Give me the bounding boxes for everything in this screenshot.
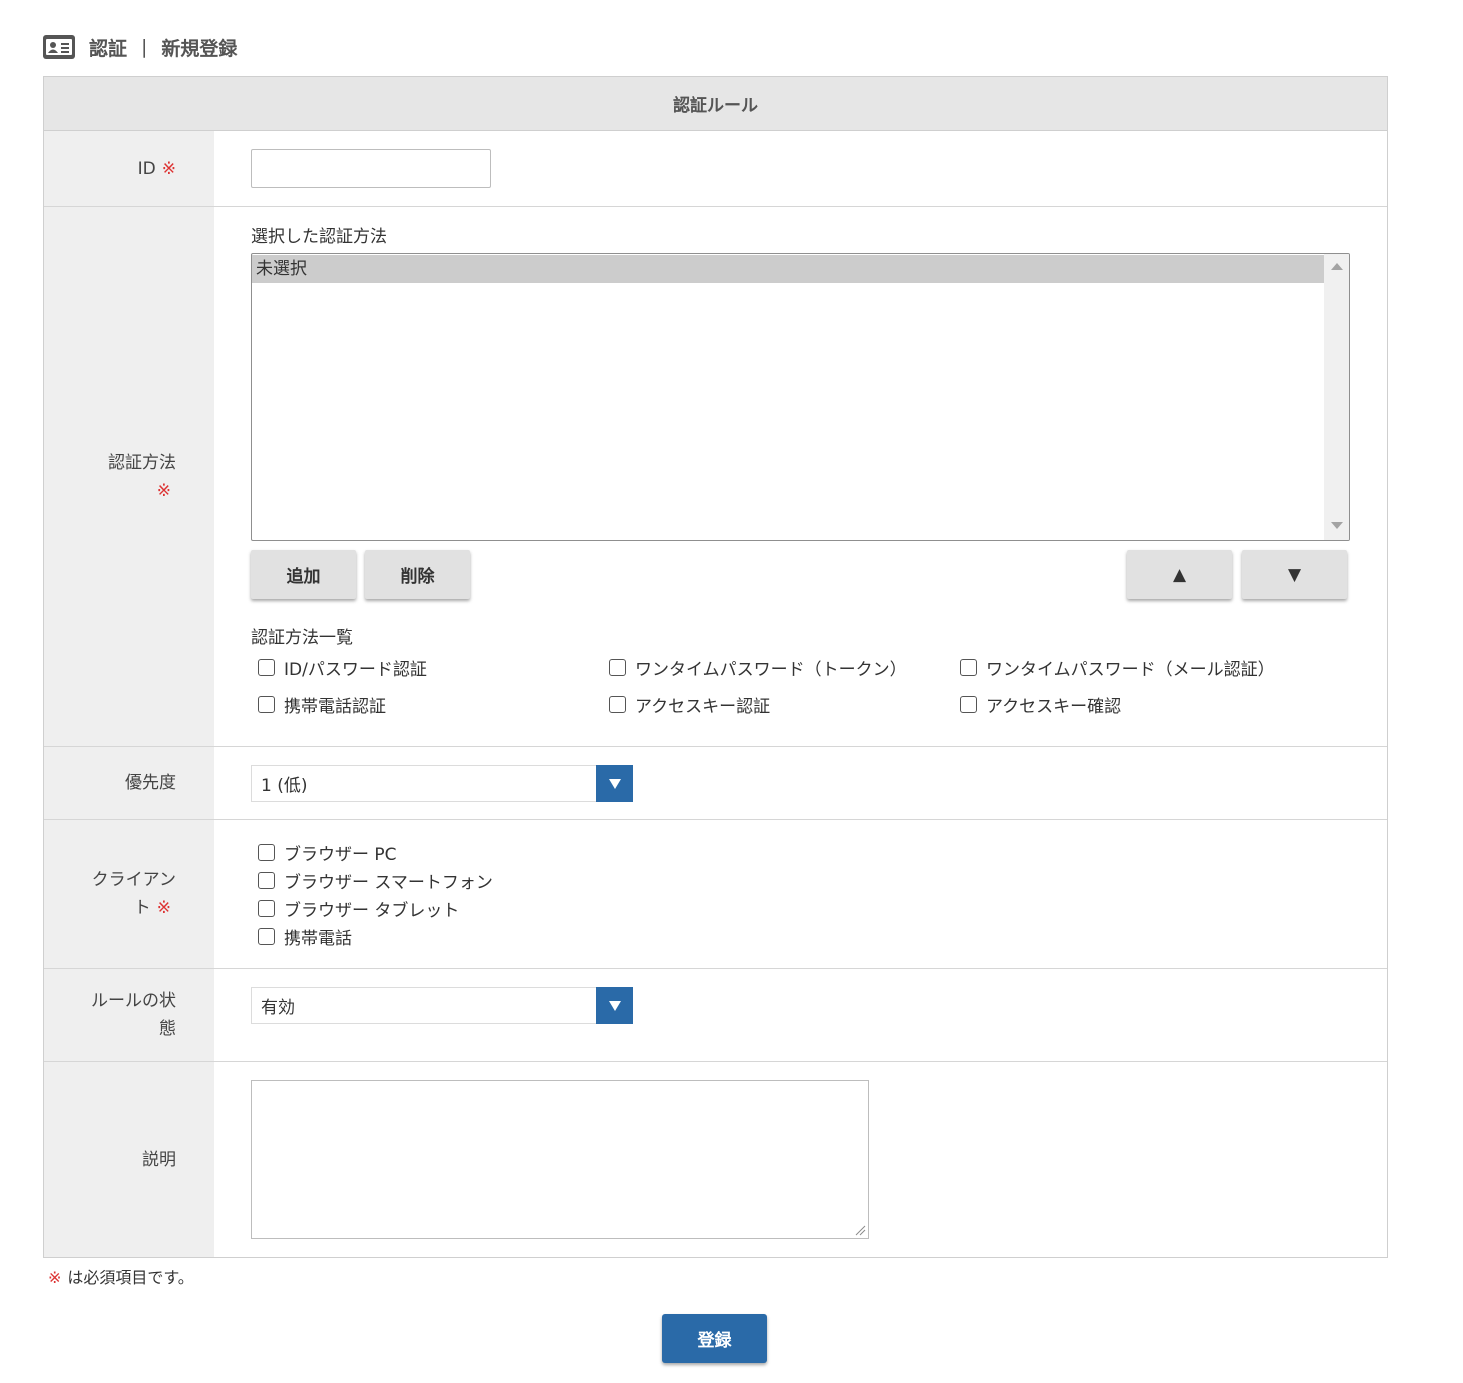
- id-label: ID ※: [44, 131, 214, 206]
- row-priority: 優先度 1 (低): [44, 747, 1387, 820]
- required-mark: ※: [48, 1268, 62, 1287]
- checkbox[interactable]: [609, 696, 626, 713]
- method-option-otp-mail[interactable]: ワンタイムパスワード（メール認証）: [960, 655, 1275, 680]
- scroll-up-icon[interactable]: [1331, 263, 1343, 270]
- page-header: 認証 | 新規登録: [43, 30, 237, 64]
- rule-status-body: 有効: [214, 969, 1387, 1061]
- required-mark: ※: [156, 480, 171, 501]
- rule-status-label-line1: ルールの状: [91, 991, 176, 1011]
- client-body: ブラウザー PC ブラウザー スマートフォン ブラウザー タブレット 携帯電話: [214, 820, 1387, 968]
- method-option-label: ワンタイムパスワード（トークン）: [635, 660, 907, 680]
- client-option-mobile[interactable]: 携帯電話: [258, 924, 352, 949]
- client-option-label: ブラウザー スマートフォン: [284, 873, 493, 893]
- listbox-scrollbar[interactable]: [1324, 254, 1349, 540]
- description-label: 説明: [44, 1062, 214, 1257]
- client-label-line2-wrap: ト ※: [134, 894, 171, 922]
- method-option-label: ワンタイムパスワード（メール認証）: [986, 660, 1275, 680]
- client-label-line2: ト: [133, 898, 151, 918]
- priority-select[interactable]: 1 (低): [251, 765, 633, 802]
- client-option-label: ブラウザー タブレット: [284, 901, 460, 921]
- rule-status-select-value: 有効: [261, 998, 295, 1018]
- auth-rule-form: 認証ルール ID ※ 認証方法 ※ 選択した認証方法 未選択 追加 削除 ▲ ▼…: [43, 76, 1388, 1258]
- row-rule-status: ルールの状 態 有効: [44, 969, 1387, 1062]
- method-option-label: アクセスキー認証: [635, 697, 771, 717]
- priority-select-value: 1 (低): [261, 776, 308, 796]
- method-option-access-key[interactable]: アクセスキー認証: [609, 692, 770, 717]
- client-label-line1: クライアン: [91, 870, 176, 890]
- method-option-access-key-confirm[interactable]: アクセスキー確認: [960, 692, 1121, 717]
- method-option-label: ID/パスワード認証: [284, 660, 427, 680]
- chevron-down-icon: [608, 1000, 621, 1011]
- delete-button[interactable]: 削除: [365, 550, 470, 599]
- checkbox[interactable]: [258, 928, 275, 945]
- breadcrumb-separator: |: [141, 36, 148, 58]
- method-option-otp-token[interactable]: ワンタイムパスワード（トークン）: [609, 655, 907, 680]
- row-client: クライアン ト ※ ブラウザー PC ブラウザー スマートフォン ブラウザー タブ…: [44, 820, 1387, 969]
- register-button[interactable]: 登録: [662, 1314, 767, 1363]
- auth-method-body: 選択した認証方法 未選択 追加 削除 ▲ ▼ 認証方法一覧 ID/パスワード認証…: [214, 207, 1387, 746]
- rule-status-label-line2: 態: [159, 1019, 176, 1039]
- selected-methods-label: 選択した認証方法: [251, 227, 387, 247]
- row-id: ID ※: [44, 131, 1387, 207]
- client-option-label: 携帯電話: [284, 929, 352, 949]
- dropdown-button[interactable]: [596, 987, 633, 1024]
- required-note-text: は必須項目です。: [67, 1268, 194, 1287]
- client-option-label: ブラウザー PC: [284, 845, 397, 865]
- listbox-option[interactable]: 未選択: [252, 255, 1324, 283]
- client-label: クライアン ト ※: [44, 820, 214, 968]
- page-title: 新規登録: [161, 37, 238, 60]
- checkbox[interactable]: [258, 900, 275, 917]
- description-body: [214, 1062, 1387, 1257]
- auth-method-label-text: 認証方法: [108, 452, 176, 473]
- checkbox[interactable]: [258, 844, 275, 861]
- resize-grip-icon[interactable]: [854, 1224, 866, 1236]
- rule-status-select[interactable]: 有効: [251, 987, 633, 1024]
- auth-method-label: 認証方法 ※: [44, 207, 214, 746]
- checkbox[interactable]: [258, 696, 275, 713]
- add-button[interactable]: 追加: [251, 550, 356, 599]
- checkbox[interactable]: [258, 872, 275, 889]
- chevron-down-icon: [608, 778, 621, 789]
- table-title: 認証ルール: [44, 77, 1387, 131]
- move-up-button[interactable]: ▲: [1127, 550, 1232, 599]
- checkbox[interactable]: [609, 659, 626, 676]
- client-option-smartphone[interactable]: ブラウザー スマートフォン: [258, 868, 493, 893]
- breadcrumb-section: 認証: [89, 37, 128, 60]
- method-list-label: 認証方法一覧: [251, 628, 353, 648]
- scroll-down-icon[interactable]: [1331, 522, 1343, 529]
- checkbox[interactable]: [258, 659, 275, 676]
- id-label-text: ID: [137, 158, 156, 179]
- row-auth-method: 認証方法 ※ 選択した認証方法 未選択 追加 削除 ▲ ▼ 認証方法一覧 ID/…: [44, 207, 1387, 747]
- checkbox[interactable]: [960, 659, 977, 676]
- rule-status-label: ルールの状 態: [44, 969, 214, 1061]
- required-mark: ※: [156, 898, 171, 918]
- required-note: ※ は必須項目です。: [48, 1264, 194, 1288]
- dropdown-button[interactable]: [596, 765, 633, 802]
- checkbox[interactable]: [960, 696, 977, 713]
- priority-label: 優先度: [44, 747, 214, 819]
- method-option-label: 携帯電話認証: [284, 697, 386, 717]
- move-down-button[interactable]: ▼: [1242, 550, 1347, 599]
- id-input[interactable]: [251, 149, 491, 188]
- description-textarea[interactable]: [251, 1080, 869, 1239]
- client-option-tablet[interactable]: ブラウザー タブレット: [258, 896, 459, 921]
- method-option-label: アクセスキー確認: [986, 697, 1122, 717]
- row-description: 説明: [44, 1062, 1387, 1257]
- id-row-body: [214, 131, 1387, 206]
- priority-body: 1 (低): [214, 747, 1387, 819]
- method-option-mobile[interactable]: 携帯電話認証: [258, 692, 386, 717]
- method-option-id-password[interactable]: ID/パスワード認証: [258, 655, 427, 680]
- client-option-pc[interactable]: ブラウザー PC: [258, 840, 397, 865]
- id-card-icon: [43, 35, 75, 59]
- selected-methods-listbox[interactable]: 未選択: [251, 253, 1350, 541]
- required-mark: ※: [161, 158, 176, 179]
